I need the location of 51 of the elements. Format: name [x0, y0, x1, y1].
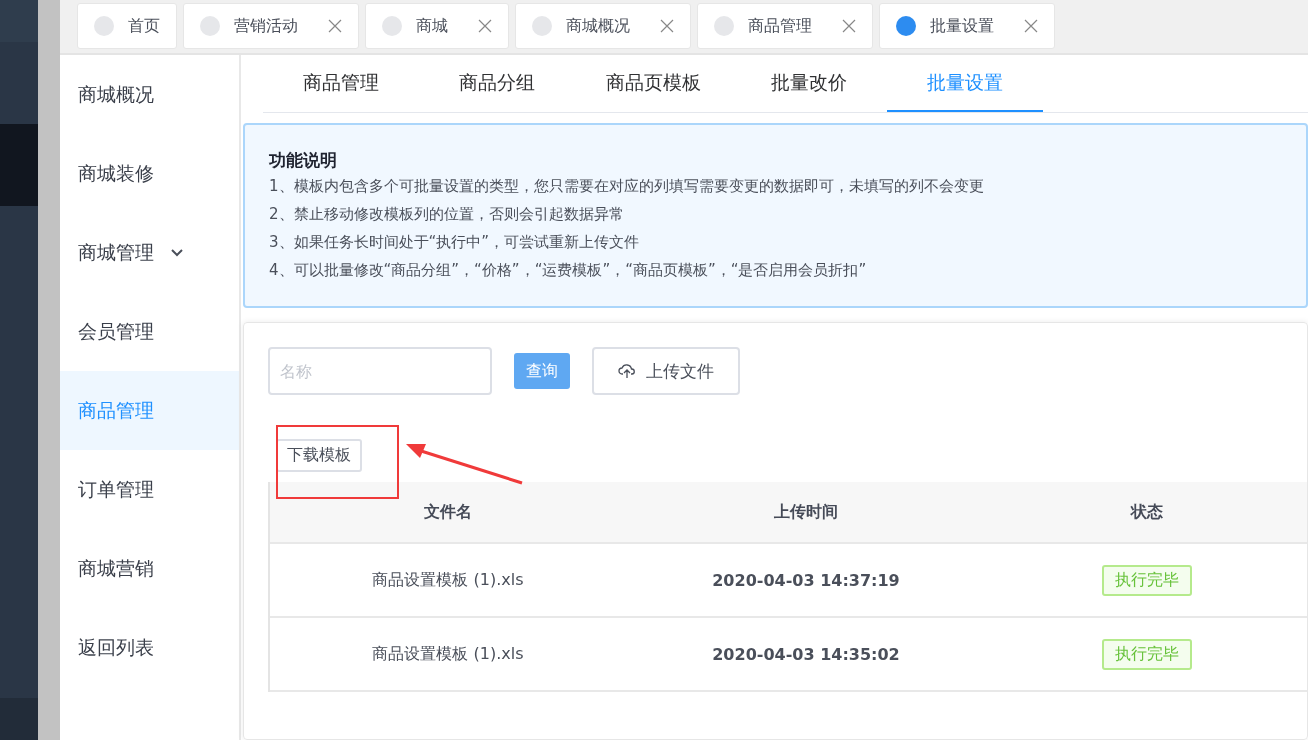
tab[interactable]: 商品分组 [419, 55, 575, 112]
notice-line: 4、可以批量修改“商品分组”，“价格”，“运费模板”，“商品页模板”，“是否启用会员折扣” [269, 261, 868, 280]
sidebar-item[interactable] [0, 616, 38, 698]
close-icon[interactable] [328, 19, 342, 33]
menu-item[interactable]: 商城装修 [60, 134, 239, 213]
status-tag: 执行完毕 [1101, 638, 1192, 670]
tab[interactable]: 商品管理 [263, 55, 419, 112]
page-tab[interactable]: 批量设置 [879, 3, 1055, 49]
close-icon[interactable] [842, 19, 856, 33]
status-tag: 执行完毕 [1101, 564, 1192, 596]
table-cell-text: 商品设置模板 (1).xls [371, 642, 525, 665]
page-tab[interactable]: 商城 [365, 3, 509, 49]
cloud-upload-icon [618, 363, 636, 379]
column-header: 上传时间 [626, 482, 986, 542]
tab[interactable]: 商品页模板 [575, 55, 731, 112]
sidebar-item[interactable] [0, 206, 38, 288]
page-tab[interactable]: 首页 [77, 3, 177, 49]
tab[interactable]: 批量改价 [731, 55, 887, 112]
notice-title: 功能说明 [269, 149, 338, 172]
page-tab[interactable]: 商品管理 [697, 3, 873, 49]
close-icon[interactable] [660, 19, 674, 33]
menu-item[interactable]: 商城管理 [60, 213, 239, 292]
upload-button[interactable]: 上传文件 [592, 347, 740, 395]
menu-item[interactable]: 商城营销 [60, 529, 239, 608]
table-cell-text: 2020-04-03 14:35:02 [711, 643, 901, 666]
tab-label: 商品管理 [748, 15, 812, 37]
column-header: 文件名 [270, 482, 626, 542]
search-field[interactable]: 名称 [268, 347, 492, 395]
menu-item[interactable]: 商城概况 [60, 55, 239, 134]
logo-area [0, 0, 38, 42]
download-button[interactable]: 下载模板 [276, 439, 362, 472]
menu-item[interactable]: 订单管理 [60, 450, 239, 529]
notice-line: 2、禁止移动修改模板列的位置，否则会引起数据异常 [269, 205, 625, 224]
menu-item[interactable]: 会员管理 [60, 292, 239, 371]
tab-label: 商城 [416, 15, 448, 37]
tab-label: 首页 [128, 15, 160, 37]
notice-line: 3、如果任务长时间处于“执行中”，可尝试重新上传文件 [269, 233, 641, 252]
page-tab[interactable]: 商城概况 [515, 3, 691, 49]
sidebar-item[interactable] [0, 42, 38, 124]
close-icon[interactable] [1024, 19, 1038, 33]
sidebar-item[interactable] [0, 124, 38, 206]
table-cell-text: 商品设置模板 (1).xls [371, 568, 525, 591]
column-header: 状态 [986, 482, 1307, 542]
menu-item[interactable]: 返回列表 [60, 608, 239, 687]
table-cell-text: 2020-04-03 14:37:19 [711, 569, 901, 592]
notice-line: 1、模板内包含多个可批量设置的类型，您只需要在对应的列填写需要变更的数据即可，未填写的列不会变更 [269, 177, 985, 196]
tab-label: 商城概况 [566, 15, 630, 37]
close-icon[interactable] [478, 19, 492, 33]
tab-label: 营销活动 [234, 15, 298, 37]
tab-label: 批量设置 [930, 15, 994, 37]
page-tab[interactable]: 营销活动 [183, 3, 359, 49]
